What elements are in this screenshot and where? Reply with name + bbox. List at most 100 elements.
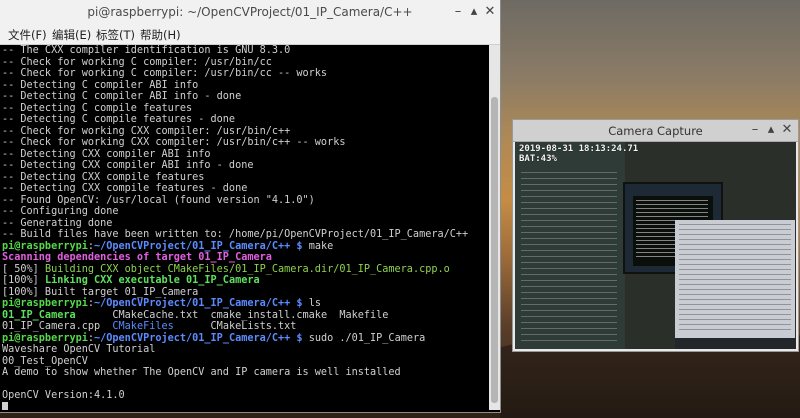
terminal-segment: A demo to show whether The OpenCV and IP… [2,367,401,378]
terminal-line: pi@raspberrypi:~/OpenCVProject/01_IP_Cam… [2,298,489,310]
terminal-line: pi@raspberrypi:~/OpenCVProject/01_IP_Cam… [2,241,489,253]
terminal-segment: -- Configuring done [2,206,119,217]
terminal-output[interactable]: -- The CXX compiler identification is GN… [0,45,489,410]
terminal-line: -- Detecting CXX compiler ABI info [2,149,489,161]
terminal-segment: -- Check for working CXX compiler: /usr/… [2,137,346,148]
camera-timestamp: 2019-08-31 18:13:24.71 [519,144,639,154]
terminal-line: -- Check for working CXX compiler: /usr/… [2,137,489,149]
menu-file[interactable]: 文件(F) [8,27,47,43]
photo-laptop-screen [675,220,795,338]
terminal-line: -- The CXX compiler identification is GN… [2,45,489,57]
terminal-segment: -- Build files have been written to: /ho… [2,229,469,240]
terminal-segment: 01_IP_Camera [2,309,76,321]
terminal-text: -- The CXX compiler identification is GN… [0,45,489,410]
close-icon[interactable]: ✕ [779,122,795,138]
terminal-line: -- Build files have been written to: /ho… [2,229,489,241]
terminal-line: -- Check for working C compiler: /usr/bi… [2,57,489,69]
terminal-titlebar[interactable]: pi@raspberrypi: ~/OpenCVProject/01_IP_Ca… [0,0,500,25]
terminal-line: -- Detecting C compile features - done [2,114,489,126]
terminal-line: -- Detecting C compiler ABI info [2,80,489,92]
terminal-line: -- Check for working CXX compiler: /usr/… [2,126,489,138]
terminal-segment: ls [302,298,321,309]
terminal-segment: -- Detecting CXX compile features - done [2,183,248,194]
camera-feed: 2019-08-31 18:13:24.71 BAT:43% [515,142,796,349]
camera-battery: BAT:43% [519,154,557,164]
terminal-line: 00_Test_OpenCV [2,356,489,368]
terminal-line: -- Found OpenCV: /usr/local (found versi… [2,195,489,207]
maximize-icon[interactable]: ▴ [763,122,779,138]
terminal-segment: CMakeFiles [112,321,174,332]
terminal-line: -- Detecting C compile features [2,103,489,115]
minimize-icon[interactable]: – [747,122,763,138]
scrollbar-thumb[interactable] [491,97,498,403]
terminal-line: Scanning dependencies of target 01_IP_Ca… [2,252,489,264]
terminal-cursor-line [2,401,489,410]
terminal-segment: -- Detecting CXX compiler ABI info [2,148,211,160]
close-icon[interactable]: ✕ [482,4,498,20]
terminal-line: pi@raspberrypi:~/OpenCVProject/01_IP_Cam… [2,333,489,345]
terminal-segment: -- Detecting CXX compiler ABI info - don… [2,160,254,171]
terminal-segment: Scanning dependencies of target 01_IP_Ca… [2,252,272,263]
terminal-line: OpenCV Version:4.1.0 [2,390,489,402]
terminal-segment: ~/OpenCVProject/01_IP_Camera/C++ $ [94,298,303,309]
terminal-segment: 01_IP_Camera.cpp [2,321,113,332]
terminal-line: -- Detecting CXX compiler ABI info - don… [2,160,489,172]
terminal-segment: OpenCV Version:4.1.0 [2,390,125,401]
terminal-menubar: 文件(F) 编辑(E) 标签(T) 帮助(H) [0,24,500,45]
terminal-window[interactable]: pi@raspberrypi: ~/OpenCVProject/01_IP_Ca… [0,0,500,412]
terminal-segment: -- Detecting C compiler ABI info - done [2,91,242,102]
terminal-segment: -- Detecting C compiler ABI info [2,79,199,91]
terminal-segment: -- Found OpenCV: /usr/local (found versi… [2,194,315,206]
terminal-line: Waveshare OpenCV Tutorial [2,344,489,356]
maximize-icon[interactable]: ▴ [466,4,482,20]
terminal-segment: [100%] Built target 01_IP_Camera [2,286,199,298]
terminal-line: 01_IP_Camera.cpp CMakeFiles CMakeLists.t… [2,321,489,333]
terminal-line: 01_IP_Camera CMakeCache.txt cmake_instal… [2,310,489,322]
terminal-line: -- Detecting C compiler ABI info - done [2,91,489,103]
photo-taskbar [675,338,796,349]
terminal-segment: -- Check for working C compiler: /usr/bi… [2,68,328,79]
terminal-line: [ 50%] Building CXX object CMakeFiles/01… [2,264,489,276]
menu-tabs[interactable]: 标签(T) [96,27,135,43]
terminal-segment: pi@raspberrypi [2,240,88,252]
terminal-segment: -- Check for working C compiler: /usr/bi… [2,56,272,68]
terminal-segment: Waveshare OpenCV Tutorial [2,344,156,355]
camera-titlebar[interactable]: Camera Capture – ▴ ✕ [513,120,798,142]
minimize-icon[interactable]: – [450,4,466,20]
terminal-cursor [2,401,8,410]
terminal-line: -- Check for working C compiler: /usr/bi… [2,68,489,80]
camera-window[interactable]: Camera Capture – ▴ ✕ 2019-08-31 18:13:24… [512,119,799,352]
photo-laptop-text [679,224,791,332]
terminal-line: -- Detecting CXX compile features [2,172,489,184]
menu-edit[interactable]: 编辑(E) [52,27,91,43]
terminal-segment: CMakeCache.txt cmake_install.cmake Makef… [75,309,389,321]
terminal-segment: -- Detecting C compile features [2,102,193,114]
terminal-segment: ~/OpenCVProject/01_IP_Camera/C++ $ [94,240,303,252]
terminal-title: pi@raspberrypi: ~/OpenCVProject/01_IP_Ca… [87,5,413,19]
terminal-segment: sudo ./01_IP_Camera [302,332,426,344]
terminal-segment: Linking CXX executable 01_IP_Camera [44,275,260,286]
terminal-line: -- Detecting CXX compile features - done [2,183,489,195]
terminal-segment: -- Detecting C compile features - done [2,114,236,125]
terminal-segment: [100%] [2,275,45,286]
terminal-line: -- Generating done [2,218,489,230]
terminal-segment: make [302,240,334,252]
terminal-segment: CMakeLists.txt [173,321,297,332]
terminal-scrollbar[interactable] [489,45,500,410]
terminal-segment: [ 50%] [2,263,45,275]
terminal-line: [100%] Built target 01_IP_Camera [2,287,489,299]
menu-help[interactable]: 帮助(H) [140,27,181,43]
photo-left-screen [515,142,625,349]
photo-left-text [521,172,617,342]
terminal-segment: -- The CXX compiler identification is GN… [2,45,291,56]
terminal-segment: pi@raspberrypi [2,298,88,309]
terminal-line: A demo to show whether The OpenCV and IP… [2,367,489,379]
terminal-segment: ~/OpenCVProject/01_IP_Camera/C++ $ [94,332,303,344]
terminal-segment: -- Detecting CXX compile features [2,171,205,183]
terminal-segment: 00_Test_OpenCV [2,355,88,367]
terminal-line: -- Configuring done [2,206,489,218]
terminal-segment: pi@raspberrypi [2,332,88,344]
terminal-segment: -- Generating done [2,217,113,229]
terminal-segment: Building CXX object CMakeFiles/01_IP_Cam… [44,263,450,275]
